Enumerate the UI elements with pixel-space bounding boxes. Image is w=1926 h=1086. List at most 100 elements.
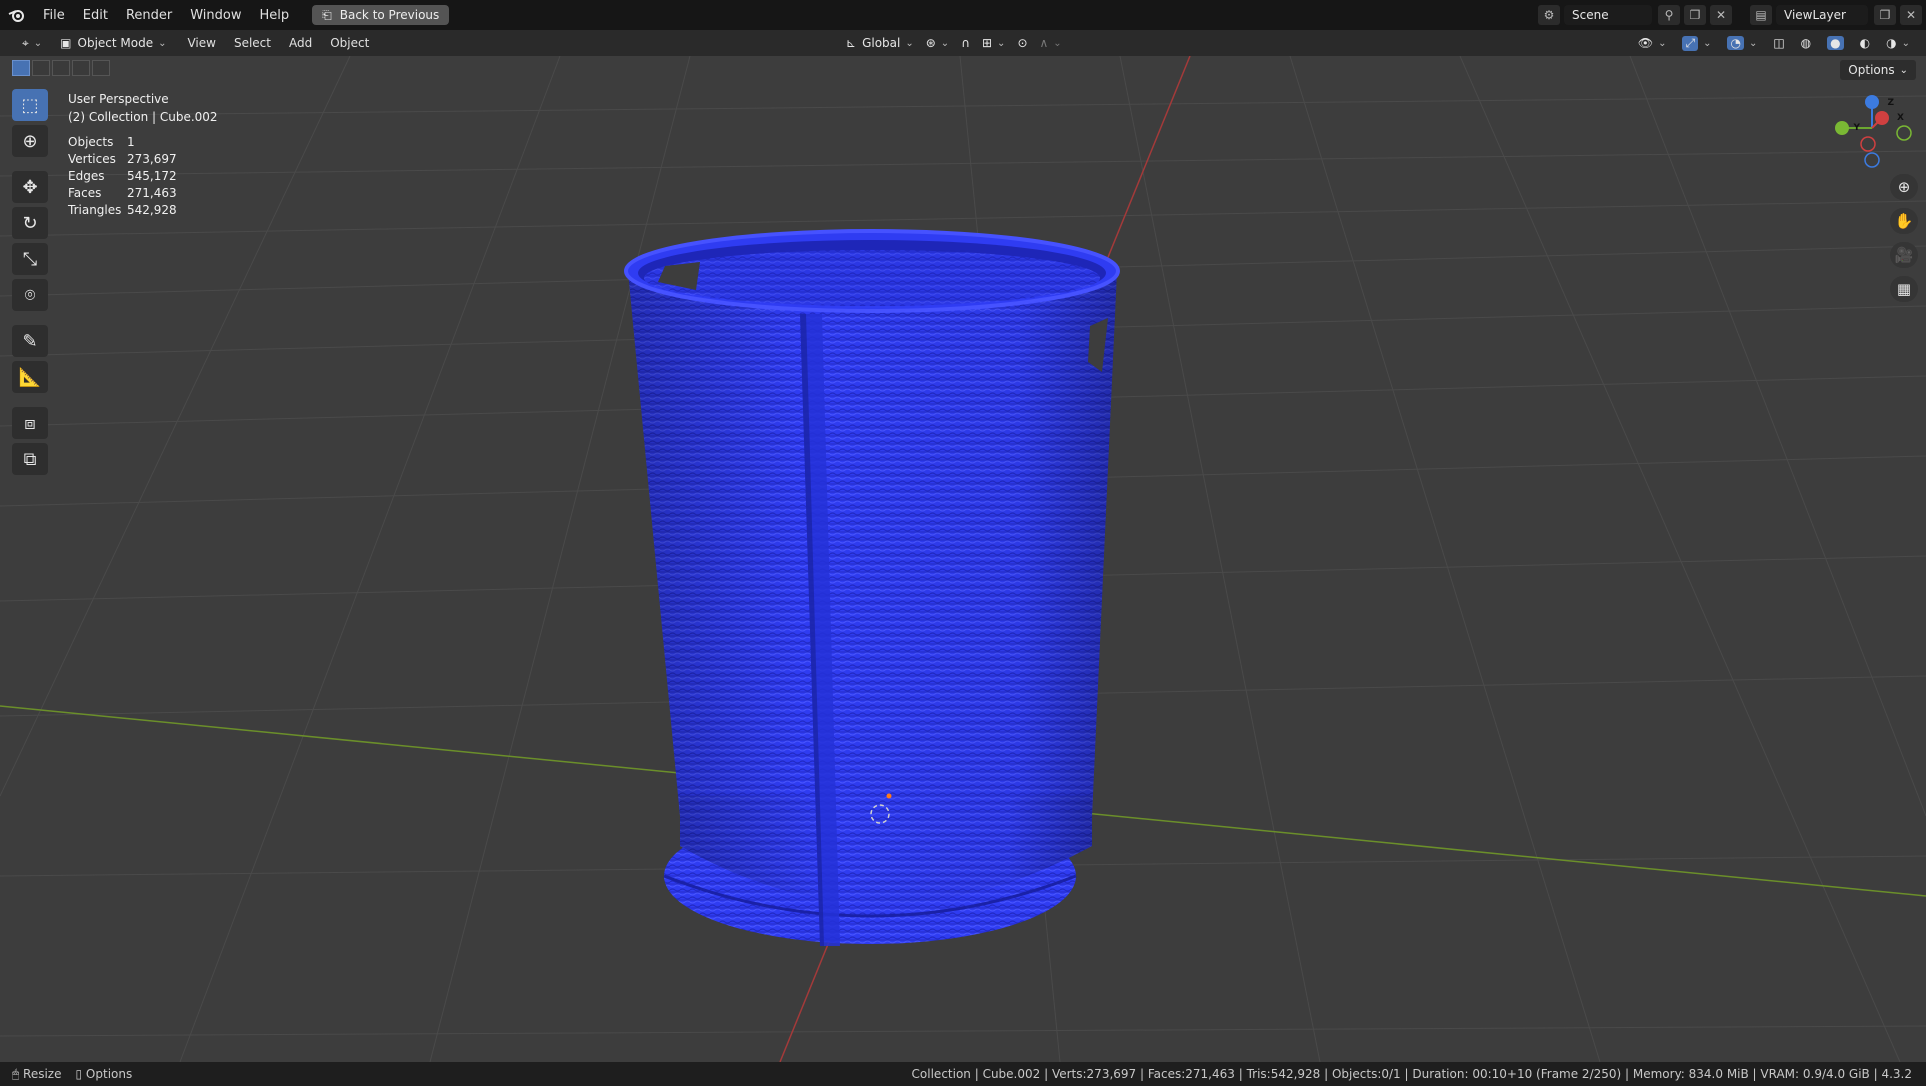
menu-edit[interactable]: Edit <box>74 8 117 23</box>
chevron-down-icon: ⌄ <box>158 37 167 49</box>
add-cube-tool-icon[interactable]: ⧈ <box>12 407 48 439</box>
move-tool-icon[interactable]: ✥ <box>12 171 48 203</box>
stat-value: 273,697 <box>127 152 177 166</box>
snap-toggle[interactable]: ∩ <box>955 33 976 53</box>
options-label: Options <box>1848 63 1895 77</box>
3d-viewport[interactable] <box>0 56 1926 1062</box>
camera-view-icon[interactable]: 🎥 <box>1890 242 1918 268</box>
zoom-icon[interactable]: ⊕ <box>1890 174 1918 200</box>
orientation-label: Global <box>862 36 901 50</box>
overlays-icon: ◔ <box>1727 36 1744 50</box>
chevron-down-icon: ⌄ <box>1703 37 1712 49</box>
ortho-grid-icon[interactable]: ▦ <box>1890 276 1918 302</box>
collection-label: (2) Collection | Cube.002 <box>68 110 218 124</box>
stat-value: 542,928 <box>127 203 177 217</box>
new-view-layer-icon[interactable]: ❐ <box>1874 5 1896 25</box>
orientation-dropdown[interactable]: ⊾ Global ⌄ <box>840 33 920 53</box>
stat-value: 545,172 <box>127 169 177 183</box>
chevron-down-icon: ⌄ <box>1901 37 1910 49</box>
status-info: Collection | Cube.002 | Verts:273,697 | … <box>911 1067 1912 1081</box>
chevron-down-icon: ⌄ <box>1658 37 1667 49</box>
delete-scene-icon[interactable]: ✕ <box>1710 5 1732 25</box>
editor-type-dropdown[interactable]: ⌖ ⌄ <box>16 33 48 53</box>
wireframe-shading-button[interactable]: ◍ <box>1795 33 1817 53</box>
object-mode-icon: ▣ <box>60 36 72 50</box>
falloff-dropdown[interactable]: ∧ ⌄ <box>1034 33 1068 53</box>
gizmo-x-label: X <box>1897 113 1904 123</box>
stat-value: 1 <box>127 135 135 149</box>
blender-logo-icon[interactable] <box>0 7 34 23</box>
falloff-icon: ∧ <box>1039 36 1049 50</box>
measure-tool-icon[interactable]: 📐 <box>12 361 48 393</box>
add-object-tool-icon[interactable]: ⧉ <box>12 443 48 475</box>
chevron-down-icon: ⌄ <box>33 37 43 49</box>
solid-shading-button[interactable]: ● <box>1821 33 1849 53</box>
visibility-dropdown[interactable]: 👁 ⌄ <box>1632 33 1673 53</box>
view-layer-field[interactable]: ViewLayer <box>1776 5 1868 25</box>
rotate-tool-icon[interactable]: ↻ <box>12 207 48 239</box>
delete-view-layer-icon[interactable]: ✕ <box>1900 5 1922 25</box>
wireframe-shading-icon: ◍ <box>1800 36 1812 50</box>
stat-label: Edges <box>68 169 105 183</box>
scale-tool-icon[interactable]: ⤡ <box>12 243 48 275</box>
select-intersect-icon[interactable] <box>92 60 110 76</box>
overlays-toggle[interactable]: ◔ ⌄ <box>1721 33 1763 53</box>
gizmo-y-label: Y <box>1853 123 1860 133</box>
menu-select[interactable]: Select <box>225 36 280 50</box>
basket-object[interactable] <box>624 229 1120 946</box>
stat-label: Faces <box>68 186 102 200</box>
menu-object[interactable]: Object <box>321 36 378 50</box>
navigation-gizmo[interactable] <box>1835 95 1912 168</box>
select-extend-icon[interactable] <box>32 60 50 76</box>
menu-add[interactable]: Add <box>280 36 321 50</box>
viewport-menus: View Select Add Object <box>178 36 378 50</box>
pin-icon[interactable]: ⚲ <box>1658 5 1680 25</box>
xray-toggle[interactable]: ◫ <box>1767 33 1790 53</box>
proportional-icon: ⊙ <box>1017 36 1028 50</box>
tool-shelf: ⬚ ⊕ ✥ ↻ ⤡ ⌾ ✎ 📐 ⧈ ⧉ <box>12 89 50 475</box>
stat-row: Faces 271,463 <box>68 185 177 202</box>
cursor-tool-icon[interactable]: ⊕ <box>12 125 48 157</box>
stat-label: Objects <box>68 135 114 149</box>
select-invert-icon[interactable] <box>72 60 90 76</box>
shading-controls: 👁 ⌄ ⤢ ⌄ ◔ ⌄ ◫ ◍ ● ◐ ◑ ⌄ <box>1632 33 1916 53</box>
chevron-down-icon: ⌄ <box>905 37 914 49</box>
viewport-info: User Perspective (2) Collection | Cube.0… <box>68 90 218 126</box>
pan-hand-icon[interactable]: ✋ <box>1890 208 1918 234</box>
material-shading-button[interactable]: ◐ <box>1854 33 1876 53</box>
select-subtract-icon[interactable] <box>52 60 70 76</box>
gizmo-z-label: Z <box>1887 98 1894 108</box>
menu-view[interactable]: View <box>178 36 224 50</box>
menu-window[interactable]: Window <box>181 8 250 23</box>
gizmo-toggle[interactable]: ⤢ ⌄ <box>1676 33 1717 53</box>
select-new-icon[interactable] <box>12 60 30 76</box>
back-to-previous-button[interactable]: ⎗ Back to Previous <box>312 5 450 25</box>
menu-file[interactable]: File <box>34 8 74 23</box>
menu-render[interactable]: Render <box>117 8 181 23</box>
menu-help[interactable]: Help <box>251 8 299 23</box>
orientation-icon: ⊾ <box>846 36 857 50</box>
viewport-scene <box>0 56 1926 1062</box>
transform-tool-icon[interactable]: ⌾ <box>12 279 48 311</box>
stat-label: Triangles <box>68 203 122 217</box>
snap-target-dropdown[interactable]: ⊞ ⌄ <box>976 33 1011 53</box>
back-to-previous-label: Back to Previous <box>339 8 440 22</box>
new-scene-icon[interactable]: ❐ <box>1684 5 1706 25</box>
rendered-shading-button[interactable]: ◑ ⌄ <box>1880 33 1916 53</box>
proportional-editing-toggle[interactable]: ⊙ <box>1011 33 1033 53</box>
select-box-tool-icon[interactable]: ⬚ <box>12 89 48 121</box>
viewport-options-dropdown[interactable]: Options ⌄ <box>1840 60 1916 80</box>
stat-row: Objects 1 <box>68 134 177 151</box>
magnet-icon: ∩ <box>961 36 970 50</box>
mode-dropdown[interactable]: ▣ Object Mode ⌄ <box>54 33 172 53</box>
view-layer-selector-icon[interactable]: ▤ <box>1750 5 1772 25</box>
transform-controls: ⊾ Global ⌄ ⊛ ⌄ ∩ ⊞ ⌄ ⊙ ∧ ⌄ <box>840 33 1068 53</box>
perspective-label: User Perspective <box>68 92 169 106</box>
resize-hint: 🖱 Resize <box>12 1067 61 1082</box>
pivot-point-dropdown[interactable]: ⊛ ⌄ <box>920 33 955 53</box>
status-hints: 🖱 Resize ▯ Options <box>0 1067 132 1082</box>
scene-selector-icon[interactable]: ⚙ <box>1538 5 1560 25</box>
annotate-tool-icon[interactable]: ✎ <box>12 325 48 357</box>
chevron-down-icon: ⌄ <box>940 37 950 49</box>
scene-field[interactable]: Scene <box>1564 5 1652 25</box>
